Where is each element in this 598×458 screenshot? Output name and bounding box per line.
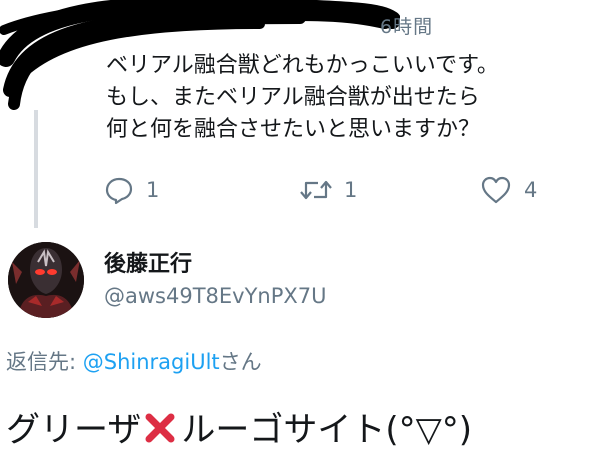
reply-button[interactable]: 1: [104, 170, 159, 210]
reply-to-mention-link[interactable]: @ShinragiUlt: [83, 350, 220, 374]
like-count: 4: [524, 178, 538, 202]
reply-count: 1: [146, 178, 160, 202]
avatar-image: [8, 242, 84, 318]
tweet-time[interactable]: 6時間: [380, 12, 433, 39]
tweet-actions: 1 1 4: [100, 170, 580, 210]
reply-to-line: 返信先: @ShinragiUltさん: [6, 346, 262, 376]
thread-connector-line: [34, 110, 38, 228]
retweet-count: 1: [344, 178, 358, 202]
reply-to-suffix: さん: [219, 350, 262, 374]
reply-to-prefix: 返信先:: [6, 350, 83, 374]
parent-tweet-text: ベリアル融合獣どれもかっこいいです。 もし、またベリアル融合獣が出せたら 何と何…: [106, 53, 499, 142]
display-name[interactable]: 後藤正行: [104, 246, 192, 278]
like-button[interactable]: 4: [480, 170, 537, 210]
reply-icon: [105, 177, 133, 205]
like-icon: [481, 176, 511, 204]
avatar[interactable]: [8, 242, 84, 318]
reply-text-part-1: グリーザ: [6, 410, 142, 450]
cross-mark-icon: [145, 413, 175, 442]
user-handle[interactable]: @aws49T8EvYnPX7U: [104, 284, 327, 308]
retweet-button[interactable]: 1: [300, 170, 357, 210]
reply-text-part-2: ルーゴサイト(°▽°): [181, 410, 473, 450]
reply-tweet-text: グリーザ ルーゴサイト(°▽°): [6, 402, 472, 451]
retweet-icon: [300, 180, 332, 200]
